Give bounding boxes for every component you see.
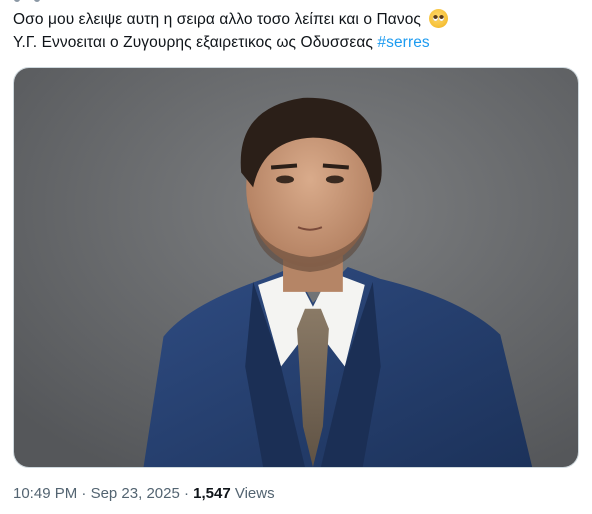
views-label: Views xyxy=(230,485,275,502)
tweet-line-2-text: Υ.Γ. Εννοειται ο Ζυγουρης εξαιρετικος ως… xyxy=(13,34,378,51)
tweet-line-1: Οσο μου ελειψε αυτη η σειρα αλλο τοσο λε… xyxy=(13,8,578,31)
tweet-line-1-text: Οσο μου ελειψε αυτη η σειρα αλλο τοσο λε… xyxy=(13,11,422,28)
fragment-dot xyxy=(34,0,40,2)
fragment-dot xyxy=(14,0,20,2)
tweet-photo[interactable] xyxy=(13,67,579,468)
tweet-line-2: Υ.Γ. Εννοειται ο Ζυγουρης εξαιρετικος ως… xyxy=(13,31,578,54)
previous-tweet-fragment xyxy=(8,0,48,4)
meta-separator: · xyxy=(179,485,194,502)
tweet-time: 10:49 PM xyxy=(13,485,78,502)
views-count: 1,547 xyxy=(193,485,231,502)
pleading-face-emoji-icon xyxy=(429,9,449,28)
tweet-date: Sep 23, 2025 xyxy=(90,485,180,502)
timestamp-link[interactable]: 10:49 PM · Sep 23, 2025 xyxy=(13,485,180,502)
tweet-text: Οσο μου ελειψε αυτη η σειρα αλλο τοσο λε… xyxy=(13,8,578,54)
meta-separator: · xyxy=(77,485,91,502)
portrait-photo xyxy=(14,68,578,467)
hashtag-link[interactable]: #serres xyxy=(377,34,429,51)
tweet-meta: 10:49 PM · Sep 23, 2025 · 1,547 Views xyxy=(13,485,275,502)
